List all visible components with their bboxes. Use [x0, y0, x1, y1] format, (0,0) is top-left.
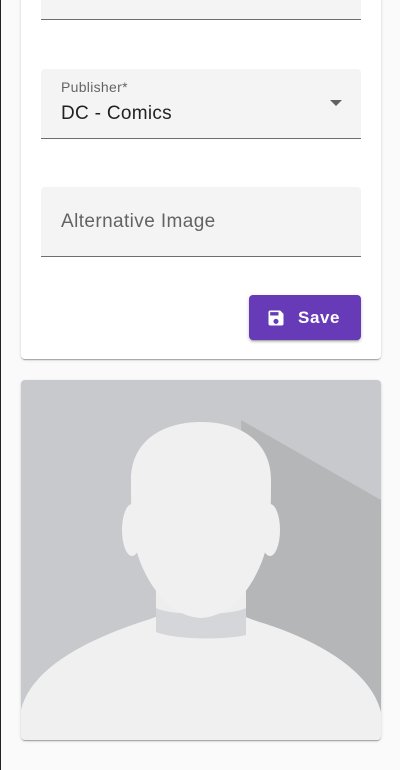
publisher-label: Publisher* [61, 79, 128, 95]
save-button-label: Save [298, 307, 341, 327]
comic-form-card: Publisher* DC - Comics Alternative Image… [21, 0, 381, 359]
publisher-select[interactable]: Publisher* DC - Comics [41, 69, 361, 139]
arrow-drop-down-icon[interactable] [330, 100, 342, 106]
publisher-value: DC - Comics [61, 103, 172, 124]
image-preview-card [21, 380, 381, 740]
previous-field[interactable] [41, 0, 361, 20]
save-button[interactable]: Save [249, 295, 361, 340]
avatar-placeholder-image [21, 380, 381, 740]
alternative-image-placeholder: Alternative Image [61, 211, 216, 232]
floppy-disk-icon [266, 308, 286, 328]
alternative-image-input[interactable]: Alternative Image [41, 187, 361, 257]
